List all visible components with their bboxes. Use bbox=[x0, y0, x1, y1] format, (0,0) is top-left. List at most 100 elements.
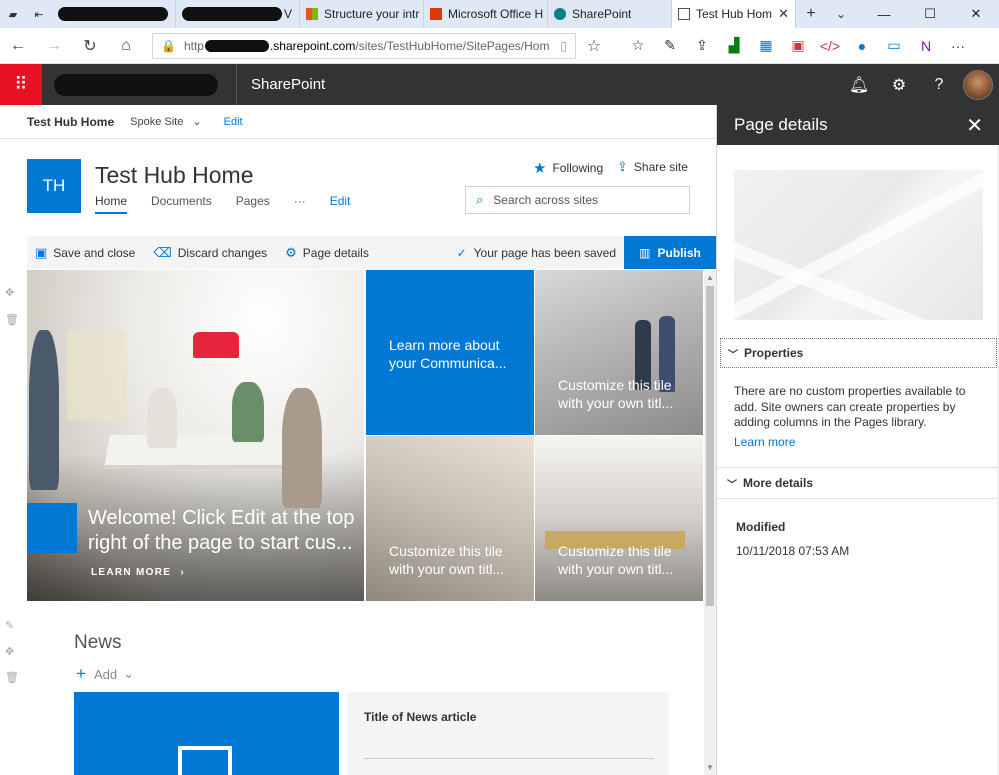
extension-note-icon[interactable]: ▭ bbox=[878, 37, 910, 54]
add-news-button[interactable]: + Add ⌄ bbox=[76, 664, 134, 684]
page-details-button[interactable]: ⚙ Page details bbox=[285, 245, 369, 261]
hero-accent-block bbox=[27, 503, 77, 553]
forward-icon[interactable]: → bbox=[36, 37, 72, 55]
hero-main-text: Welcome! Click Edit at the top right of … bbox=[88, 507, 355, 554]
extension-globe-icon[interactable]: ● bbox=[846, 38, 878, 54]
site-nav-more[interactable]: ··· bbox=[294, 194, 306, 214]
divider bbox=[364, 758, 654, 759]
gear-icon[interactable]: ⚙ bbox=[879, 75, 919, 95]
redacted-text bbox=[204, 39, 269, 52]
new-tab-icon[interactable]: + bbox=[796, 0, 826, 28]
close-icon[interactable]: ✕ bbox=[966, 113, 983, 138]
browser-tab-1[interactable] bbox=[52, 0, 176, 28]
set-aside-tabs-icon[interactable]: ⇤ bbox=[26, 0, 52, 28]
tab-label: Test Hub Hom bbox=[696, 7, 773, 21]
close-tab-icon[interactable]: ✕ bbox=[778, 6, 789, 22]
following-button[interactable]: ★ Following bbox=[533, 159, 603, 177]
move-handle-icon[interactable]: ✥ bbox=[5, 645, 14, 658]
search-input[interactable]: ⌕ Search across sites bbox=[465, 186, 690, 214]
hub-edit-link[interactable]: Edit bbox=[224, 116, 243, 128]
news-image-placeholder[interactable] bbox=[74, 692, 339, 775]
maximize-icon[interactable]: ☐ bbox=[907, 0, 953, 28]
page-details-panel: Page details ✕ ﹀ Properties There are no… bbox=[716, 105, 999, 775]
hub-spoke-dropdown[interactable]: Spoke Site ⌄ bbox=[130, 115, 201, 128]
scrollbar-thumb[interactable] bbox=[706, 286, 714, 606]
help-icon[interactable]: ? bbox=[919, 76, 959, 94]
page-thumbnail[interactable] bbox=[734, 170, 983, 320]
suite-app-name[interactable]: SharePoint bbox=[251, 76, 325, 93]
back-icon[interactable]: ← bbox=[0, 37, 36, 55]
pen-icon[interactable]: ✎ bbox=[654, 37, 686, 54]
extension-code-icon[interactable]: </> bbox=[814, 38, 846, 54]
extension-red-icon[interactable]: ▣ bbox=[782, 37, 814, 54]
share-icon[interactable]: ⇪ bbox=[686, 37, 718, 54]
trash-icon[interactable]: 🗑︎ bbox=[5, 313, 19, 326]
avatar[interactable] bbox=[963, 69, 993, 100]
hero-tile-2[interactable]: Customize this tile with your own titl..… bbox=[535, 270, 703, 435]
canvas-scrollbar[interactable]: ▲ ▼ bbox=[704, 270, 716, 775]
tab-list-chevron-icon[interactable]: ⌄ bbox=[826, 0, 856, 28]
more-details-section-header[interactable]: ﹀ More details bbox=[717, 467, 999, 499]
learn-more-link[interactable]: Learn more bbox=[734, 435, 795, 449]
url-field[interactable]: 🔒 http .sharepoint.com /sites/TestHubHom… bbox=[152, 32, 576, 59]
scroll-up-icon[interactable]: ▲ bbox=[706, 273, 714, 282]
save-and-close-button[interactable]: ▣ Save and close bbox=[35, 245, 135, 261]
browser-tab-2[interactable]: V bbox=[176, 0, 300, 28]
move-handle-icon[interactable]: ✥ bbox=[5, 286, 14, 299]
bell-icon[interactable]: 🔔︎ bbox=[839, 75, 879, 95]
site-nav-pages[interactable]: Pages bbox=[236, 194, 270, 214]
favorites-hub-icon[interactable]: ☆ bbox=[622, 37, 654, 54]
hub-home-link[interactable]: Test Hub Home bbox=[27, 115, 114, 129]
minimize-icon[interactable]: — bbox=[861, 0, 907, 28]
more-icon[interactable]: ··· bbox=[942, 38, 974, 54]
share-site-button[interactable]: ⇪ Share site bbox=[617, 159, 688, 175]
tab-manager-icon[interactable]: ▰ bbox=[0, 0, 26, 28]
hero-image-person bbox=[29, 330, 59, 490]
suite-bar: ⠿ SharePoint 🔔︎ ⚙ ? bbox=[0, 64, 999, 105]
hero-tile-communication[interactable]: Learn more about your Communica... bbox=[366, 270, 534, 435]
modified-label: Modified bbox=[736, 520, 786, 534]
browser-tab-active[interactable]: Test Hub Hom ✕ bbox=[672, 0, 796, 28]
edit-webpart-icon[interactable]: ✎ bbox=[5, 619, 14, 632]
panel-title: Page details bbox=[734, 115, 828, 134]
add-news-label: Add bbox=[93, 666, 118, 682]
site-nav-edit[interactable]: Edit bbox=[330, 194, 351, 214]
browser-tab-4[interactable]: Microsoft Office H bbox=[424, 0, 548, 28]
hero-tile-text: Learn more about your Communica... bbox=[389, 337, 507, 371]
hub-spoke-label: Spoke Site bbox=[130, 116, 184, 128]
properties-section-header[interactable]: ﹀ Properties bbox=[720, 338, 997, 368]
hero-main-tile[interactable]: Welcome! Click Edit at the top right of … bbox=[27, 270, 364, 601]
site-nav-documents[interactable]: Documents bbox=[151, 194, 212, 214]
extension-green-icon[interactable]: ▟ bbox=[718, 37, 750, 54]
chevron-down-icon: ﹀ bbox=[727, 479, 737, 491]
hero-webpart: Welcome! Click Edit at the top right of … bbox=[27, 270, 704, 601]
hero-tile-3[interactable]: Customize this tile with your own titl..… bbox=[366, 436, 534, 601]
onenote-icon[interactable]: N bbox=[910, 38, 942, 54]
close-window-icon[interactable]: ✕ bbox=[953, 0, 999, 28]
trash-icon[interactable]: 🗑︎ bbox=[5, 671, 19, 684]
hero-image-person bbox=[282, 388, 322, 508]
publish-button[interactable]: ▥ Publish bbox=[624, 236, 716, 269]
home-icon[interactable]: ⌂ bbox=[108, 37, 144, 55]
search-icon: ⌕ bbox=[476, 192, 484, 207]
reading-view-icon[interactable]: ▯ bbox=[560, 39, 567, 53]
favorite-star-icon[interactable]: ☆ bbox=[576, 36, 612, 56]
saved-status-text: Your page has been saved bbox=[473, 245, 616, 260]
discard-changes-button[interactable]: ⌫ Discard changes bbox=[153, 245, 267, 261]
browser-tab-5[interactable]: SharePoint bbox=[548, 0, 672, 28]
app-launcher-icon[interactable]: ⠿ bbox=[0, 64, 42, 105]
site-nav-home[interactable]: Home bbox=[95, 194, 128, 214]
book-icon: ▥ bbox=[639, 245, 651, 260]
more-details-heading: More details bbox=[743, 476, 814, 490]
news-article-card[interactable]: Title of News article bbox=[347, 692, 669, 775]
news-icon bbox=[178, 746, 232, 775]
window-controls: — ☐ ✕ bbox=[861, 0, 999, 28]
extension-grid-icon[interactable]: ▦ bbox=[750, 37, 782, 54]
browser-tab-3[interactable]: Structure your intr bbox=[300, 0, 424, 28]
hero-learn-more-link[interactable]: LEARN MORE › bbox=[91, 567, 185, 578]
site-logo[interactable]: TH bbox=[27, 159, 81, 213]
scroll-down-icon[interactable]: ▼ bbox=[706, 763, 714, 772]
refresh-icon[interactable]: ↻ bbox=[72, 36, 108, 56]
properties-heading: Properties bbox=[744, 346, 804, 360]
hero-tile-4[interactable]: Customize this tile with your own titl..… bbox=[535, 436, 703, 601]
